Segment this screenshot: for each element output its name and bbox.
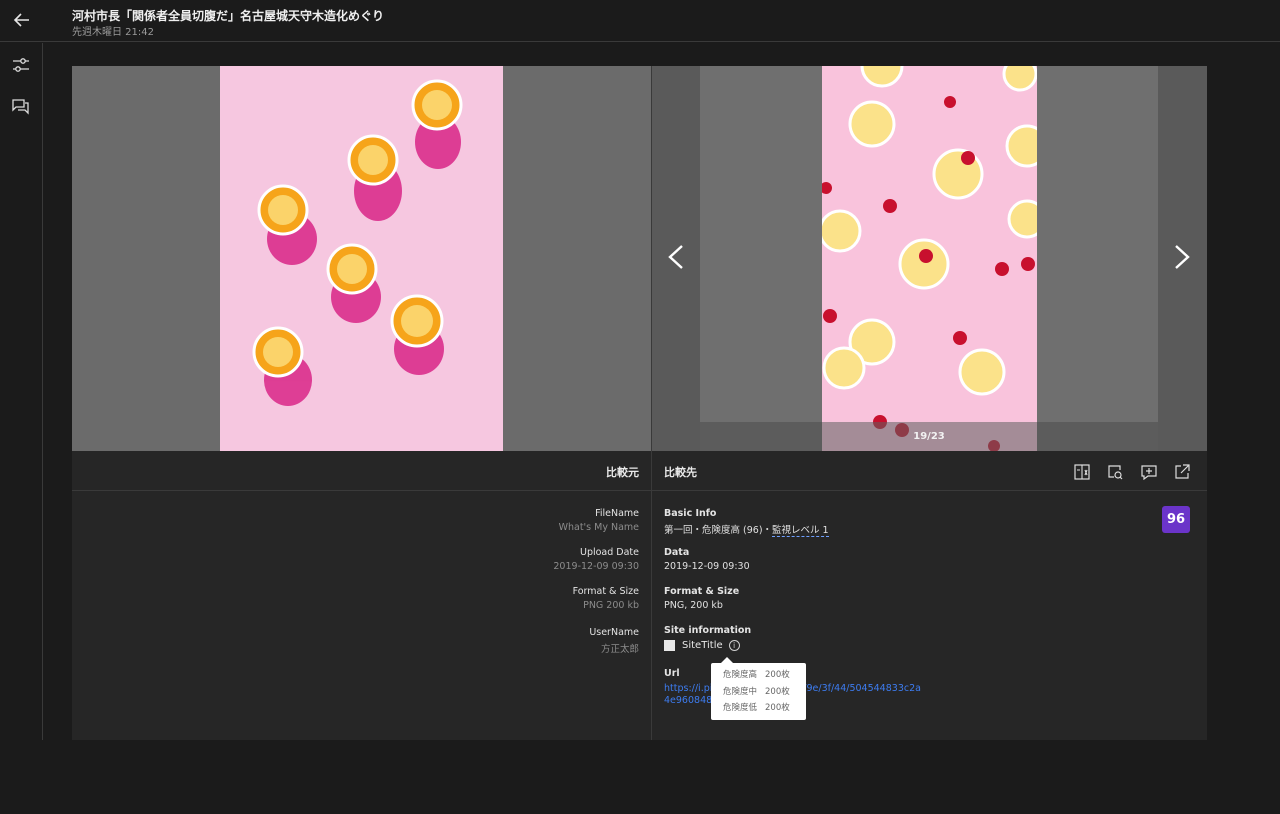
- target-data: Data 2019-12-09 09:30: [664, 547, 750, 572]
- source-label: 比較元: [606, 466, 639, 479]
- target-basic-info: Basic Info 第一回・危険度高 (96)・監視レベル 1: [664, 508, 829, 537]
- comparison-panel: 19/23 比較元 比較先 FileName What's My Name Up…: [72, 66, 1207, 740]
- source-upload-date: Upload Date 2019-12-09 09:30: [553, 547, 639, 572]
- comments-icon[interactable]: [8, 94, 34, 120]
- translate-compare-icon[interactable]: [1071, 461, 1093, 483]
- info-icon[interactable]: i: [728, 640, 740, 651]
- source-filename: FileName What's My Name: [558, 508, 639, 533]
- tooltip-row-low: 危険度低 200枚: [723, 703, 790, 713]
- source-username: UserName 方正太郎: [589, 627, 639, 655]
- risk-score-badge: 96: [1162, 506, 1190, 533]
- target-image-area: 19/23: [652, 66, 1207, 451]
- site-logo-icon: [664, 640, 675, 651]
- target-image: [822, 66, 1037, 451]
- external-link-icon[interactable]: [1171, 461, 1193, 483]
- chevron-left-icon[interactable]: [662, 242, 690, 272]
- page-subtitle-timestamp: 先週木曜日 21:42: [72, 27, 154, 38]
- tooltip-row-high: 危険度高 200枚: [723, 670, 790, 680]
- target-format-size: Format & Size PNG, 200 kb: [664, 586, 740, 611]
- source-format-size: Format & Size PNG 200 kb: [572, 586, 639, 611]
- center-divider: [651, 66, 652, 740]
- target-site-information: Site information SiteTitle i: [664, 625, 752, 651]
- page-title: 河村市長「関係者全員切腹だ」名古屋城天守木造化めぐり: [72, 9, 385, 23]
- back-arrow-icon[interactable]: [8, 6, 36, 34]
- site-title: SiteTitle: [682, 640, 723, 651]
- monitor-level-link[interactable]: 監視レベル 1: [772, 525, 829, 537]
- add-comment-icon[interactable]: [1138, 461, 1160, 483]
- source-image-area: [72, 66, 651, 451]
- basic-info-value: 第一回・危険度高 (96)・: [664, 525, 773, 536]
- sidebar: [0, 43, 43, 740]
- sliders-icon[interactable]: [8, 52, 34, 78]
- comparison-header: 比較元 比較先: [72, 451, 1207, 491]
- target-label: 比較先: [664, 466, 697, 479]
- image-counter: 19/23: [913, 431, 945, 442]
- chevron-right-icon[interactable]: [1168, 242, 1196, 272]
- risk-tooltip: 危険度高 200枚 危険度中 200枚 危険度低 200枚: [711, 657, 806, 720]
- source-image: [220, 66, 503, 451]
- tooltip-row-medium: 危険度中 200枚: [723, 686, 790, 697]
- image-search-icon[interactable]: [1104, 461, 1126, 483]
- top-bar: 河村市長「関係者全員切腹だ」名古屋城天守木造化めぐり 先週木曜日 21:42: [0, 0, 1280, 42]
